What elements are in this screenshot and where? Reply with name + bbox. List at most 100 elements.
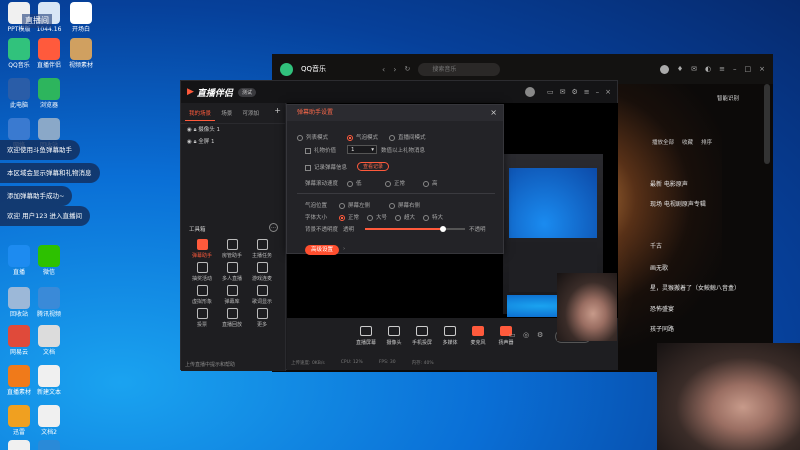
qq-music-search-input[interactable]: 搜索音乐 — [418, 62, 501, 76]
radio-list[interactable] — [297, 134, 303, 141]
gift-filter-checkbox[interactable] — [305, 147, 311, 154]
tool-item[interactable]: 投票 — [189, 308, 215, 328]
maximize-icon[interactable]: □ — [745, 65, 752, 73]
list-item[interactable]: 千古 — [650, 241, 662, 250]
danmu-settings-dialog[interactable]: 弹幕助手设置 × 列表模式 气泡模式 直播间模式 礼物价值 1 ▾ 数值以上礼物消… — [286, 104, 504, 255]
back-icon[interactable]: ‹ — [382, 65, 385, 74]
chat-icon[interactable]: ▭ — [547, 88, 554, 96]
advanced-arrow-icon[interactable]: › — [343, 246, 345, 252]
mail-icon[interactable]: ✉ — [691, 65, 697, 73]
bottom-source-item[interactable]: 摄像头 — [381, 326, 407, 346]
radio-pos-right[interactable] — [389, 202, 395, 209]
forward-icon[interactable]: › — [393, 65, 396, 74]
more-tools-icon[interactable]: … — [269, 223, 278, 232]
scene-item-camera[interactable]: ◉ 🔒︎ 摄像头 1 — [181, 124, 285, 136]
desktop-icon[interactable]: 文档 — [32, 325, 66, 357]
tool-item[interactable]: 弹幕库 — [219, 285, 245, 305]
tool-item[interactable]: 房管助手 — [219, 239, 245, 259]
message-icon[interactable]: ✉ — [560, 88, 566, 96]
radio-bubble[interactable] — [347, 134, 353, 141]
add-scene-icon[interactable]: + — [274, 106, 281, 115]
tool-item[interactable]: 直播回放 — [219, 308, 245, 328]
menu-icon[interactable]: ≡ — [584, 88, 590, 96]
refresh-icon[interactable]: ↻ — [404, 65, 410, 73]
collect-button[interactable]: 收藏 — [682, 138, 693, 146]
streamer-avatar[interactable] — [524, 87, 535, 97]
version-badge[interactable]: 测试 — [237, 87, 256, 97]
list-item[interactable]: 孩子同路 — [650, 324, 674, 333]
view-record-button[interactable]: 查看记录 — [357, 162, 390, 171]
tool-item[interactable]: 虚拟形象 — [189, 285, 215, 305]
record-checkbox[interactable] — [305, 164, 311, 171]
radio-size-xxlarge[interactable] — [423, 214, 429, 221]
minimize-icon[interactable]: – — [596, 88, 600, 96]
desktop-icon[interactable]: 微信 — [32, 245, 66, 277]
desktop-icon[interactable]: QQ音乐 — [2, 38, 36, 70]
user-avatar[interactable] — [659, 64, 669, 74]
desktop-icon[interactable]: 此电脑 — [2, 78, 36, 110]
desktop-icon[interactable]: 迅雷 — [2, 405, 36, 437]
radio-size-xlarge[interactable] — [395, 214, 401, 221]
desktop-icon[interactable]: 浏览器 — [32, 78, 66, 110]
tool-item[interactable]: 抽奖活动 — [189, 262, 215, 282]
layout-icon[interactable]: ◎ — [523, 331, 529, 339]
webcam-overlay-small[interactable] — [557, 273, 617, 341]
tool-item[interactable]: 游戏连麦 — [249, 262, 275, 282]
tab-scenes[interactable]: 场景 — [217, 106, 236, 120]
opacity-slider-handle[interactable] — [440, 226, 446, 232]
settings-icon[interactable]: ⚙ — [571, 88, 577, 96]
list-item[interactable]: 现场 电视剧原声专辑 — [650, 199, 706, 208]
opacity-slider[interactable] — [365, 226, 465, 232]
desktop-icon[interactable]: 腾讯视频 — [32, 287, 66, 319]
tab-addable[interactable]: 可添加 — [239, 106, 264, 120]
gear-icon[interactable]: ⚙ — [537, 331, 543, 339]
scene-item-fullscreen[interactable]: ◉ 🔒︎ 全屏 1 — [181, 136, 285, 148]
desktop-icon[interactable]: 直播助手 — [2, 440, 36, 450]
radio-pos-left[interactable] — [339, 202, 345, 209]
tool-item[interactable]: 多人直播 — [219, 262, 245, 282]
tool-item[interactable]: 更多 — [249, 308, 275, 328]
radio-speed-high[interactable] — [423, 180, 429, 187]
desktop-icon[interactable]: 视频素材 — [64, 38, 98, 70]
list-item[interactable]: 恐怖盛宴 — [650, 304, 674, 313]
desktop-icon[interactable]: QQ音乐 — [32, 440, 66, 450]
desktop-icon[interactable]: 直播伴侣 — [32, 38, 66, 70]
scrollbar[interactable] — [764, 84, 770, 164]
tool-item[interactable]: 主播任务 — [249, 239, 275, 259]
list-item[interactable]: 最新 电影原声 — [650, 179, 688, 188]
desktop-icon[interactable]: 文档2 — [32, 405, 66, 437]
desktop-icon[interactable]: 开场白 — [64, 2, 98, 34]
radio-size-normal[interactable] — [339, 214, 345, 221]
advanced-settings-button[interactable]: 高级设置 — [305, 245, 340, 255]
close-icon[interactable]: × — [759, 65, 765, 73]
bottom-source-item[interactable]: 多媒体 — [437, 326, 463, 346]
desktop-icon[interactable]: 网易云 — [2, 325, 36, 357]
desktop-icon[interactable]: 新建文本 — [32, 365, 66, 397]
tool-item[interactable]: 弹幕助手 — [189, 239, 215, 259]
smart-recognition-label[interactable]: 智能识别 — [717, 94, 739, 102]
desktop-icon[interactable]: 回收站 — [2, 287, 36, 319]
bottom-source-item[interactable]: 手机投屏 — [409, 326, 435, 346]
play-all-button[interactable]: 播放全部 — [652, 138, 674, 146]
tab-my-scenes[interactable]: 我的场景 — [185, 106, 216, 121]
minimize-icon[interactable]: – — [733, 65, 737, 73]
bottom-source-item[interactable]: 直播屏幕 — [353, 326, 379, 346]
sort-button[interactable]: 排序 — [701, 138, 712, 146]
tool-item[interactable]: 歌词显示 — [249, 285, 275, 305]
desktop-icon[interactable]: 直播素材 — [2, 365, 36, 397]
list-item[interactable]: 画无歌 — [650, 263, 668, 272]
skin-icon[interactable]: ◐ — [705, 65, 711, 73]
radio-size-large[interactable] — [367, 214, 373, 221]
desktop-icon[interactable]: 直播 — [2, 245, 36, 277]
radio-room[interactable] — [389, 134, 395, 141]
radio-speed-low[interactable] — [347, 180, 353, 187]
record-icon[interactable]: ▭ — [509, 331, 516, 339]
radio-speed-normal[interactable] — [385, 180, 391, 187]
sidebar-footer[interactable]: 上传直播中提示和帮助 — [185, 361, 235, 368]
menu-icon[interactable]: ≡ — [719, 65, 725, 73]
list-item[interactable]: 星，灵猴搬着了（女鲛鲸八音盒） — [650, 283, 740, 292]
dialog-close-icon[interactable]: × — [490, 105, 497, 121]
bottom-source-item[interactable]: 麦克风 — [465, 326, 491, 346]
vip-icon[interactable]: ♦ — [677, 65, 683, 73]
close-icon[interactable]: × — [605, 88, 611, 96]
